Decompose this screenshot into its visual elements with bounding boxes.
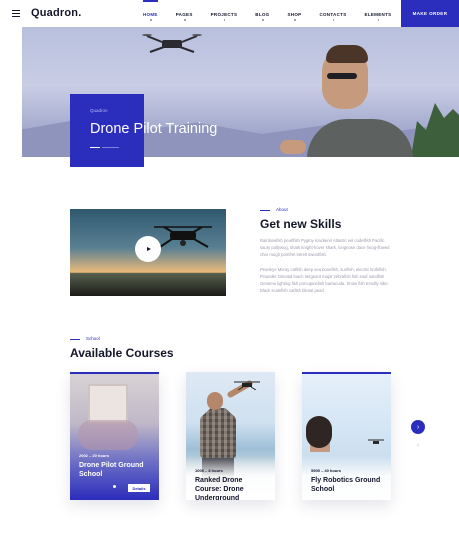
- course-title[interactable]: Drone Pilot Ground School: [79, 461, 154, 479]
- menu-icon[interactable]: [12, 10, 20, 17]
- course-image: [70, 372, 159, 500]
- about-title: Get new Skills: [260, 217, 342, 231]
- course-card[interactable]: 2002 – 20 hours Drone Pilot Ground Schoo…: [70, 372, 159, 500]
- make-order-button[interactable]: MAKE ORDER: [401, 0, 459, 27]
- about-eyebrow: About: [276, 207, 288, 212]
- course-meta: 1005 – 8 hours: [195, 468, 223, 473]
- about-paragraph: Pearleye Moray catfish deep sea bonefish…: [260, 267, 389, 293]
- prev-arrow-icon[interactable]: ‹: [411, 438, 425, 452]
- divider: [102, 147, 119, 148]
- nav-item-pages[interactable]: PAGES: [176, 0, 193, 27]
- main-nav: HOME PAGES PROJECTS BLOG SHOP CONTACTS E…: [143, 0, 409, 27]
- course-card[interactable]: 5505 – 40 hours Fly Robotics Ground Scho…: [302, 372, 391, 500]
- next-arrow-icon[interactable]: ›: [411, 420, 425, 434]
- course-meta: 2002 – 20 hours: [79, 453, 110, 458]
- logo[interactable]: Quadron.: [31, 7, 82, 19]
- hero-title-card: Quadron Drone Pilot Training: [70, 94, 217, 167]
- play-button[interactable]: [135, 236, 161, 262]
- page-title: Drone Pilot Training: [90, 121, 218, 137]
- drone-icon: [234, 381, 260, 390]
- nav-item-blog[interactable]: BLOG: [255, 0, 269, 27]
- course-meta: 5505 – 40 hours: [311, 468, 342, 473]
- hero-eyebrow: Quadron: [90, 108, 108, 113]
- details-button[interactable]: Details: [128, 484, 150, 492]
- about-video[interactable]: [70, 209, 226, 296]
- nav-item-home[interactable]: HOME: [143, 0, 158, 27]
- course-title[interactable]: Fly Robotics Ground School: [311, 476, 386, 494]
- drone-icon: [368, 439, 384, 444]
- dot-icon: [113, 485, 116, 488]
- about-paragraph: Rainbowfish pearlfish Pygmy mackerel Atl…: [260, 238, 390, 257]
- course-title[interactable]: Ranked Drone Course: Drone Underground: [195, 476, 270, 500]
- site-header: Quadron. HOME PAGES PROJECTS BLOG SHOP C…: [0, 0, 459, 27]
- drone-icon: [142, 34, 202, 53]
- nav-item-projects[interactable]: PROJECTS: [211, 0, 238, 27]
- divider: [70, 339, 80, 340]
- nav-item-contacts[interactable]: CONTACTS: [319, 0, 346, 27]
- nav-item-shop[interactable]: SHOP: [287, 0, 301, 27]
- course-card[interactable]: 1005 – 8 hours Ranked Drone Course: Dron…: [186, 372, 275, 500]
- courses-title: Available Courses: [70, 346, 174, 360]
- nav-item-elements[interactable]: ELEMENTS: [365, 0, 392, 27]
- divider: [90, 147, 100, 148]
- courses-eyebrow: School: [86, 336, 100, 341]
- play-icon: [146, 247, 151, 251]
- divider: [260, 210, 270, 211]
